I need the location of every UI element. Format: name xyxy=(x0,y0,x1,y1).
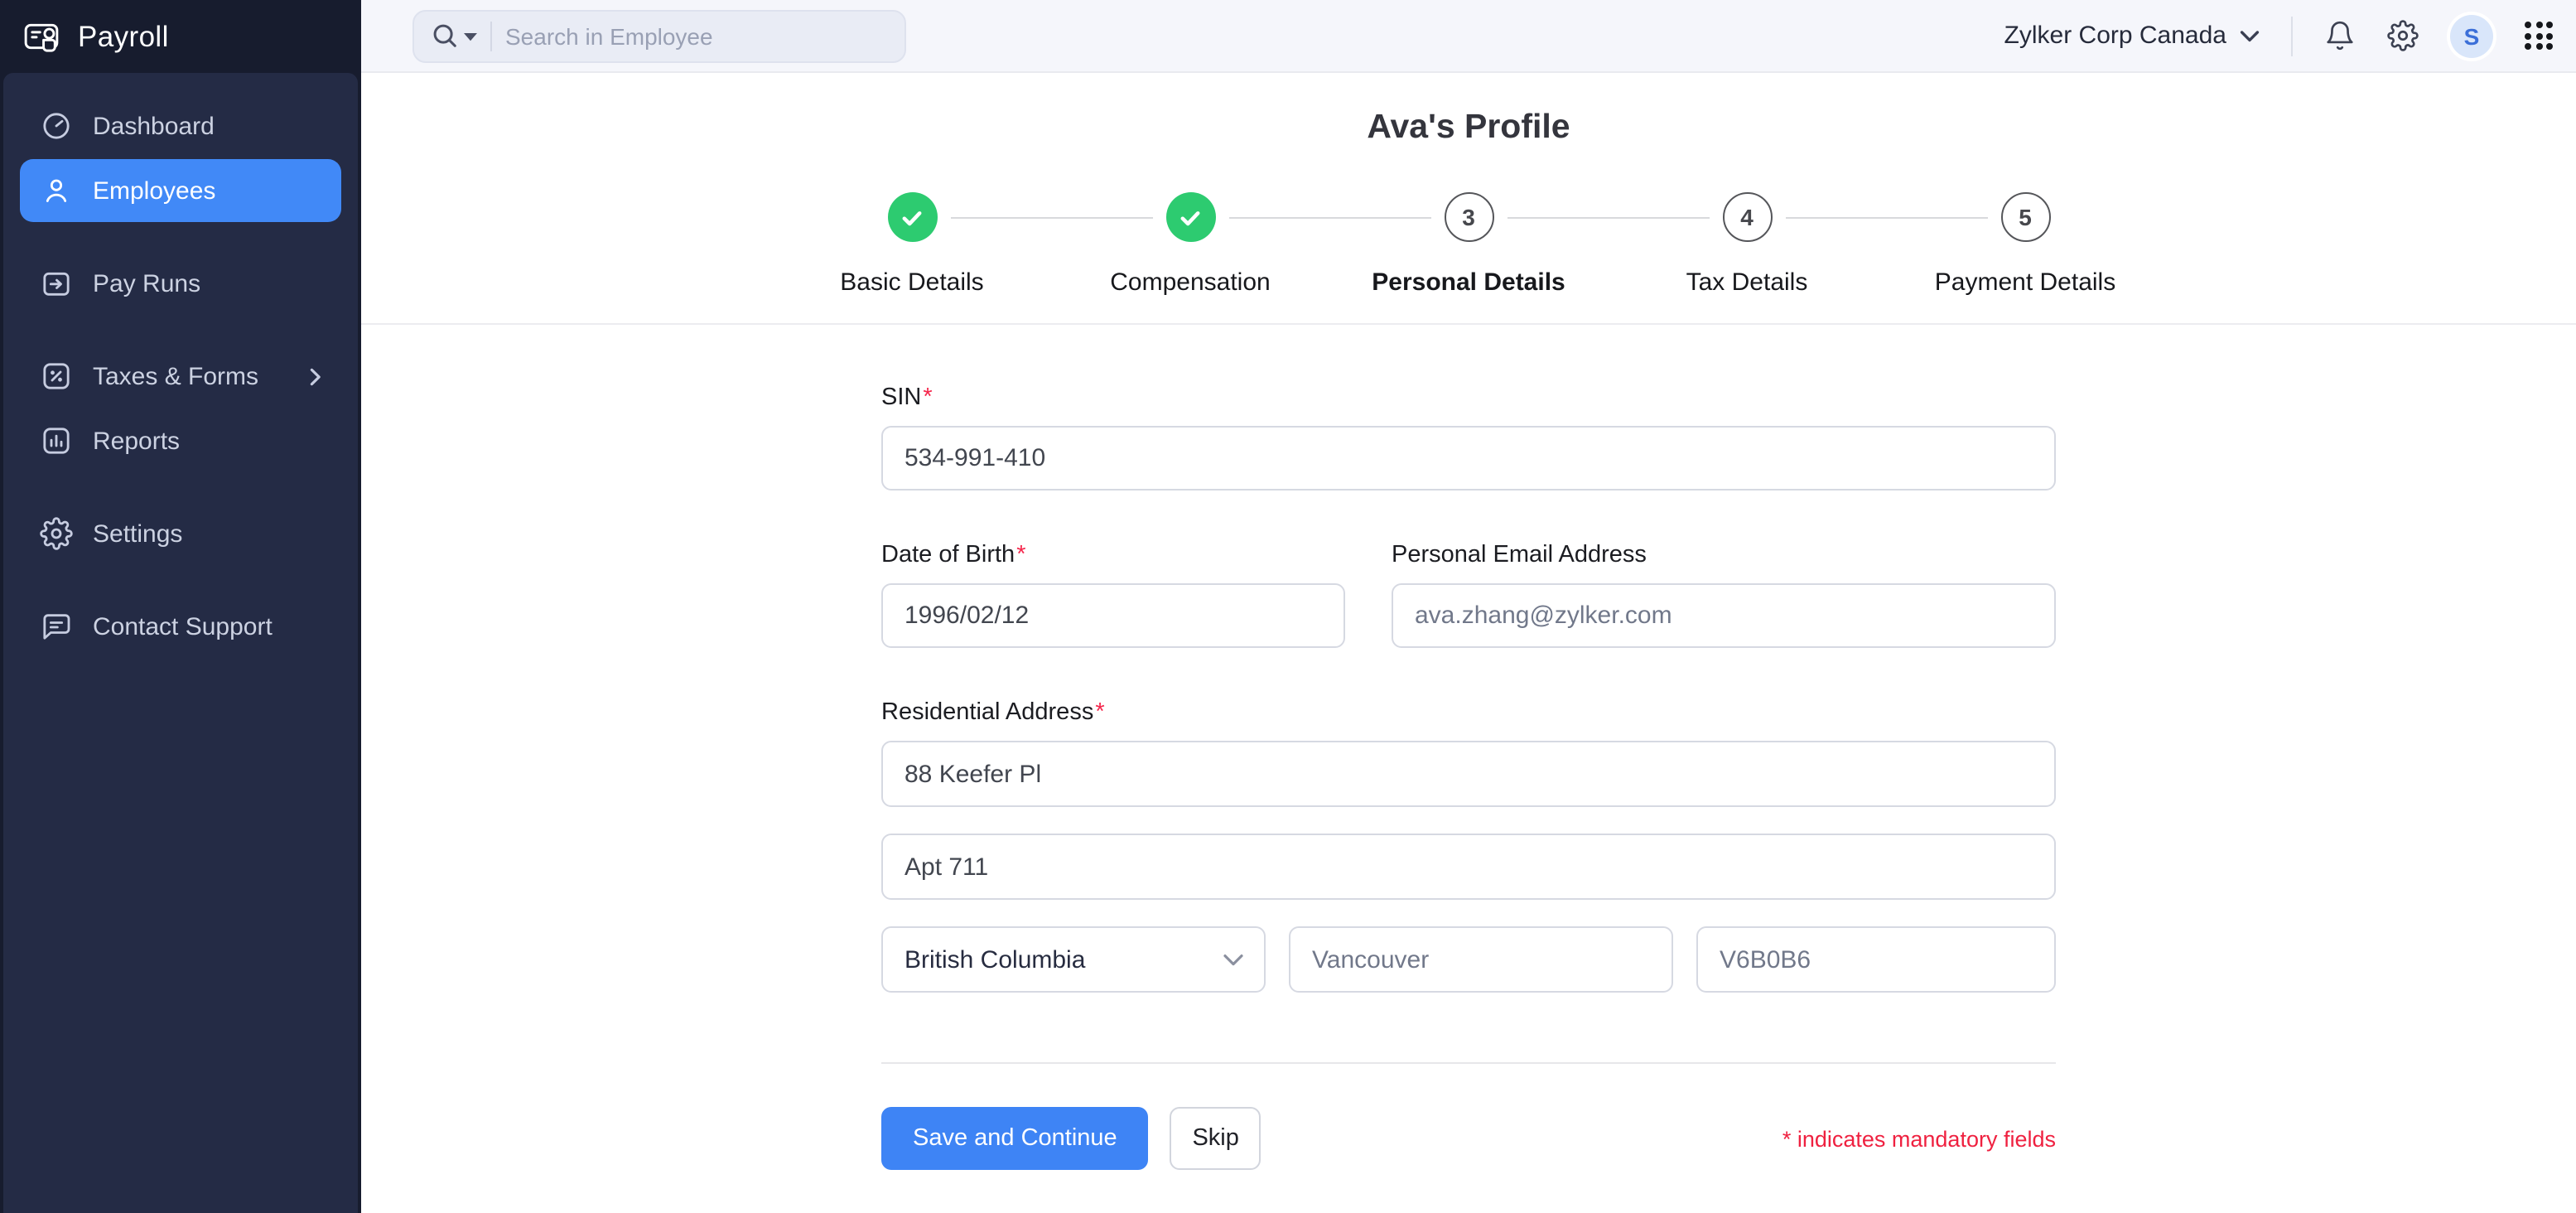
required-asterisk: * xyxy=(1095,699,1104,726)
search-scope-toggle[interactable] xyxy=(431,22,477,50)
pay-runs-arrow-icon xyxy=(40,267,73,300)
caret-down-icon xyxy=(464,31,477,41)
form-actions: Save and Continue Skip * indicates manda… xyxy=(881,1107,2056,1170)
step-number-circle: 5 xyxy=(2000,192,2050,242)
sin-label: SIN* xyxy=(881,384,2056,411)
step-tax-details[interactable]: 4 Tax Details xyxy=(1608,192,1886,297)
step-number: 5 xyxy=(2019,204,2032,230)
chevron-right-icon xyxy=(310,367,321,385)
step-label: Compensation xyxy=(1110,268,1270,297)
address-line1-input[interactable] xyxy=(881,741,2056,807)
sidebar-item-label: Contact Support xyxy=(93,612,321,640)
check-icon xyxy=(898,203,926,231)
sidebar-item-label: Taxes & Forms xyxy=(93,362,290,390)
step-number: 3 xyxy=(1462,204,1475,230)
save-and-continue-button[interactable]: Save and Continue xyxy=(881,1107,1149,1170)
stepper: Basic Details Compensation 3 Personal De… xyxy=(361,192,2576,297)
settings-gear-icon[interactable] xyxy=(2387,20,2419,51)
step-label: Tax Details xyxy=(1686,268,1808,297)
sidebar-item-label: Pay Runs xyxy=(93,269,321,297)
sidebar-item-dashboard[interactable]: Dashboard xyxy=(20,94,341,157)
required-asterisk: * xyxy=(1016,542,1025,568)
sidebar-item-label: Employees xyxy=(93,176,321,205)
chat-bubble-icon xyxy=(40,610,73,643)
sidebar-nav: Dashboard Employees Pay Runs xyxy=(3,73,358,1213)
employee-person-icon xyxy=(40,174,73,207)
chevron-down-icon xyxy=(2240,29,2260,42)
city-input[interactable] xyxy=(1289,926,1673,993)
sidebar-item-label: Settings xyxy=(93,520,321,548)
form-divider xyxy=(881,1062,2056,1064)
province-select[interactable]: British Columbia xyxy=(881,926,1266,993)
sin-input[interactable] xyxy=(881,426,2056,491)
step-label: Payment Details xyxy=(1935,268,2115,297)
main-area: Zylker Corp Canada xyxy=(361,0,2576,1213)
dob-input[interactable] xyxy=(881,583,1345,648)
user-avatar[interactable]: S xyxy=(2450,14,2493,57)
page-title: Ava's Profile xyxy=(361,108,2576,147)
check-icon xyxy=(1176,203,1204,231)
step-basic-details[interactable]: Basic Details xyxy=(773,192,1051,297)
sidebar-item-reports[interactable]: Reports xyxy=(20,409,341,472)
search-divider xyxy=(490,21,492,51)
mandatory-fields-note: * indicates mandatory fields xyxy=(1782,1126,2056,1151)
sidebar-item-employees[interactable]: Employees xyxy=(20,159,341,222)
skip-button[interactable]: Skip xyxy=(1170,1107,1261,1170)
step-personal-details[interactable]: 3 Personal Details xyxy=(1329,192,1608,297)
step-label: Personal Details xyxy=(1372,268,1565,297)
step-label: Basic Details xyxy=(840,268,983,297)
topbar: Zylker Corp Canada xyxy=(361,0,2576,73)
required-asterisk: * xyxy=(923,384,932,411)
dob-label: Date of Birth* xyxy=(881,542,1345,568)
sidebar-item-settings[interactable]: Settings xyxy=(20,502,341,565)
topbar-divider xyxy=(2291,16,2293,56)
step-compensation[interactable]: Compensation xyxy=(1051,192,1329,297)
payslip-card-icon xyxy=(22,17,61,56)
email-label: Personal Email Address xyxy=(1392,542,2056,568)
wizard-header: Ava's Profile Basic Details xyxy=(361,73,2576,325)
bar-chart-icon xyxy=(40,424,73,457)
bell-icon[interactable] xyxy=(2324,20,2356,51)
search-input[interactable] xyxy=(505,22,837,49)
step-check-circle xyxy=(887,192,937,242)
sidebar-item-contact-support[interactable]: Contact Support xyxy=(20,595,341,658)
sidebar-item-taxes-forms[interactable]: Taxes & Forms xyxy=(20,345,341,408)
step-check-circle xyxy=(1165,192,1215,242)
search-icon xyxy=(431,22,459,50)
topbar-right: Zylker Corp Canada xyxy=(2004,14,2553,57)
sidebar: Payroll Dashboard Employees xyxy=(0,0,361,1213)
sidebar-item-label: Dashboard xyxy=(93,112,321,140)
app-window: Payroll Dashboard Employees xyxy=(0,0,2576,1213)
postal-code-input[interactable] xyxy=(1696,926,2056,993)
app-logo: Payroll xyxy=(0,0,361,73)
province-value: British Columbia xyxy=(904,945,1085,974)
step-number: 4 xyxy=(1740,204,1754,230)
address-line2-input[interactable] xyxy=(881,834,2056,900)
org-switcher[interactable]: Zylker Corp Canada xyxy=(2004,22,2260,50)
percent-square-icon xyxy=(40,360,73,393)
sidebar-item-label: Reports xyxy=(93,427,321,455)
step-payment-details[interactable]: 5 Payment Details xyxy=(1886,192,2164,297)
personal-email-input[interactable] xyxy=(1392,583,2056,648)
app-name: Payroll xyxy=(78,19,169,54)
chevron-down-icon xyxy=(1223,952,1244,967)
sidebar-item-pay-runs[interactable]: Pay Runs xyxy=(20,252,341,315)
residential-address-label: Residential Address* xyxy=(881,699,2056,726)
step-number-circle: 3 xyxy=(1444,192,1493,242)
search-box[interactable] xyxy=(412,9,906,62)
gear-icon xyxy=(40,517,73,550)
apps-grid-icon[interactable] xyxy=(2525,22,2553,50)
personal-details-form: SIN* Date of Birth* Personal Email Addre… xyxy=(881,325,2056,1170)
step-number-circle: 4 xyxy=(1722,192,1772,242)
org-name: Zylker Corp Canada xyxy=(2004,22,2226,50)
dashboard-gauge-icon xyxy=(40,109,73,143)
